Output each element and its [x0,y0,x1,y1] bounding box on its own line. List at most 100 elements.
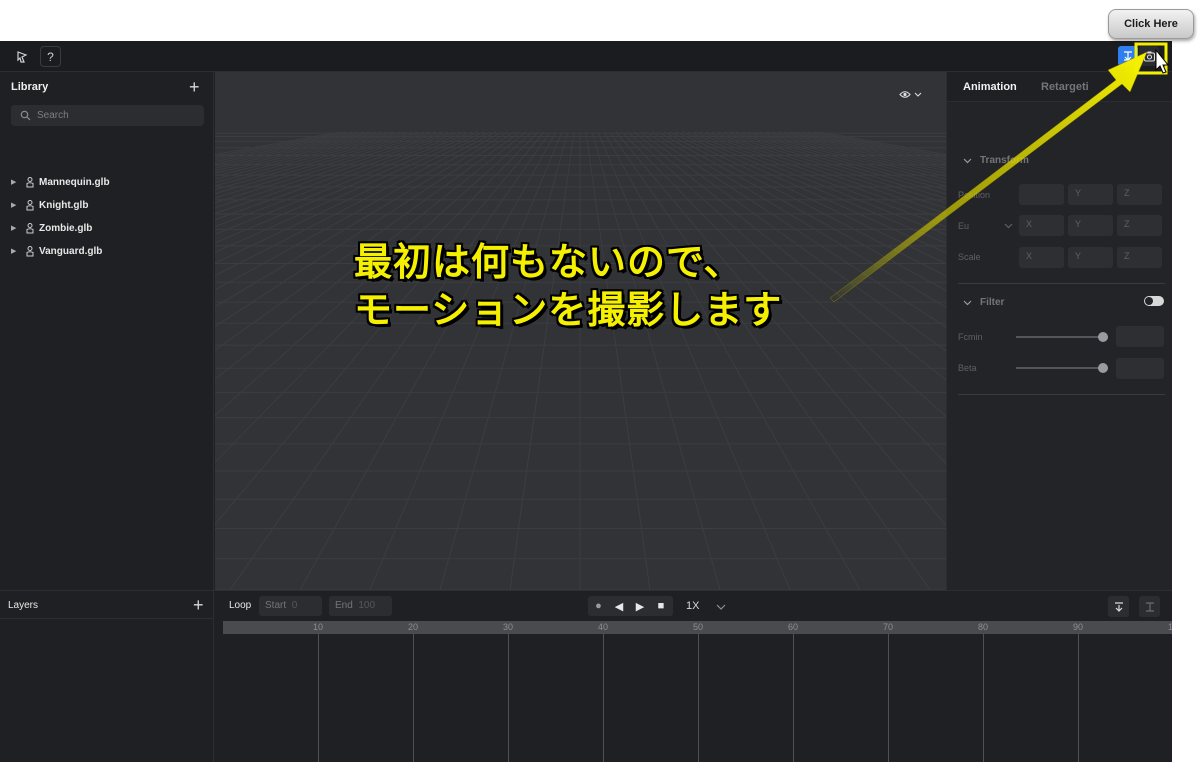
grid-line [509,131,575,590]
fcmin-value-field[interactable] [1116,326,1164,347]
grid-line [759,131,946,177]
export-icon [1124,51,1132,61]
add-layer-icon[interactable]: + [193,596,204,614]
logo-icon[interactable] [11,46,32,67]
caption-line-1: 最初は何もないので、 [354,240,743,284]
grid-line [723,131,946,199]
search-box[interactable] [11,105,204,126]
transport-controls: ● ◀ ▶ ■ [588,596,673,616]
scale-y-field[interactable]: Y [1068,247,1113,268]
export-button[interactable] [1118,46,1138,66]
app-window: ? Library + ▶ Mannequin.glb ▶ Knight.glb… [0,41,1172,762]
library-item[interactable]: ▶ Mannequin.glb [11,173,110,191]
library-item[interactable]: ▶ Vanguard.glb [11,242,102,260]
library-item-label: Zombie.glb [39,222,93,234]
library-item-label: Mannequin.glb [39,176,110,188]
section-divider [958,394,1165,395]
step-back-icon[interactable]: ◀ [612,596,626,616]
euler-z-field[interactable]: Z [1117,215,1162,236]
library-title: Library [11,81,49,93]
slider-handle[interactable] [1098,363,1109,373]
tick-label: 10 [1168,622,1172,632]
scale-x-field[interactable]: X [1019,247,1064,268]
click-here-callout: Click Here [1108,9,1194,39]
layers-title: Layers [8,600,39,611]
tick-label: 30 [503,622,514,632]
grid-line [215,131,419,187]
tick-label: 80 [978,622,989,632]
timeline-gridline [508,634,509,762]
expand-caret-icon[interactable]: ▶ [11,201,21,209]
grid-line [299,131,557,590]
camera-icon [1143,51,1155,62]
beta-label: Beta [958,363,977,373]
layers-panel: Layers + [0,591,214,762]
filter-toggle[interactable] [1144,296,1164,306]
loop-label[interactable]: Loop [229,600,251,611]
grid-line [215,131,521,351]
expand-caret-icon[interactable]: ▶ [11,247,21,255]
stop-icon[interactable]: ■ [654,596,668,616]
camera-capture-button[interactable] [1139,46,1159,66]
play-icon[interactable]: ▶ [633,596,647,616]
expand-caret-icon[interactable]: ▶ [11,224,21,232]
position-z-field[interactable]: Z [1117,184,1162,205]
fit-timeline-button[interactable] [1139,596,1160,617]
slider-handle[interactable] [1098,332,1109,342]
fit-icon [1145,601,1154,612]
grid-line [229,131,551,590]
end-field[interactable]: End 100 [329,596,392,616]
grid-line [369,131,563,590]
record-icon[interactable]: ● [592,596,605,616]
fcmin-slider[interactable] [1016,332,1109,342]
figure-icon [21,222,39,234]
speed-chevron-icon[interactable] [716,604,726,610]
timeline-gridline [698,634,699,762]
library-item[interactable]: ▶ Knight.glb [11,196,88,214]
tab-animation[interactable]: Animation [963,81,1017,93]
tick-label: 90 [1073,622,1084,632]
visibility-dropdown[interactable] [899,90,922,99]
grid-line [747,131,946,184]
speed-value[interactable]: 1X [686,600,699,612]
grid-line [215,131,497,277]
scale-z-field[interactable]: Z [1117,247,1162,268]
grid-line [585,131,651,590]
grid-line [609,131,931,590]
search-input[interactable] [37,108,197,123]
grid-line [621,131,946,464]
library-item[interactable]: ▶ Zombie.glb [11,219,92,237]
start-field[interactable]: Start 0 [259,596,322,616]
transform-section-header[interactable]: Transform [963,155,1029,166]
section-divider [958,283,1165,284]
grid-line [729,131,946,195]
help-button[interactable]: ? [40,46,61,67]
grid-line [215,131,401,177]
beta-value-field[interactable] [1116,358,1164,379]
grid-line [615,131,946,527]
timeline-ruler[interactable]: 10 20 30 40 50 60 70 80 90 10 [223,621,1172,634]
grid-line [675,131,946,254]
tab-retargeting[interactable]: Retargeti [1041,81,1089,93]
tick-label: 60 [788,622,799,632]
grid-line [215,131,533,417]
filter-section-header[interactable]: Filter [963,297,1004,308]
expand-caret-icon[interactable]: ▶ [11,178,21,186]
position-x-field[interactable] [1019,184,1064,205]
euler-x-field[interactable]: X [1019,215,1064,236]
grid-line [765,131,946,175]
euler-y-field[interactable]: Y [1068,215,1113,236]
position-y-field[interactable]: Y [1068,184,1113,205]
timeline-area: Layers + Loop Start 0 End 100 ● ◀ ▶ ■ 1X… [0,590,1172,762]
timeline-gridline [318,634,319,762]
grid-line [591,131,721,590]
beta-slider[interactable] [1016,363,1109,373]
transform-title: Transform [980,155,1029,166]
add-library-icon[interactable]: + [189,78,200,96]
grid-line [633,131,946,381]
import-keyframes-button[interactable] [1108,596,1129,617]
rotation-mode-chevron-icon[interactable] [1004,223,1013,229]
timeline-gridline [603,634,604,762]
search-icon [20,110,31,121]
grid-line [645,131,946,328]
